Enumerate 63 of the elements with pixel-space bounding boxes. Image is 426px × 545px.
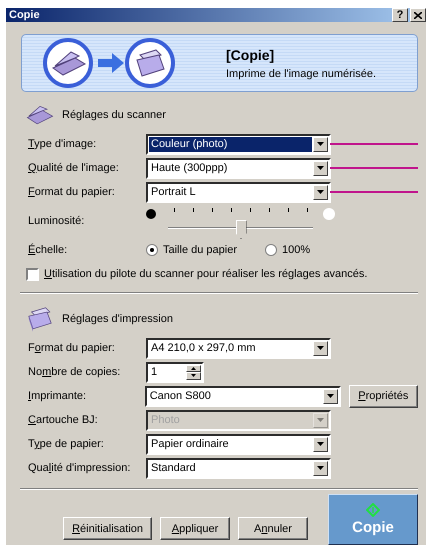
dropdown[interactable]: Haute (300ppp) bbox=[146, 158, 331, 178]
close-icon bbox=[414, 12, 422, 18]
spinner-field[interactable]: 1 bbox=[146, 362, 204, 382]
up-arrow-icon bbox=[191, 366, 196, 370]
dropdown[interactable]: Canon S800 bbox=[144, 386, 341, 406]
field-label: Échelle: bbox=[28, 244, 68, 256]
banner-description: Imprime de l'image numérisée. bbox=[226, 68, 376, 80]
field-label: Luminosité: bbox=[28, 215, 86, 227]
brightness-slider[interactable] bbox=[168, 206, 313, 236]
dropdown[interactable]: A4 210,0 x 297,0 mm bbox=[146, 338, 331, 358]
down-arrow-icon bbox=[317, 190, 324, 194]
dialog-button[interactable]: Appliquer bbox=[160, 517, 230, 540]
radio-button[interactable] bbox=[265, 244, 277, 256]
properties-button[interactable]: Propriétés bbox=[348, 384, 418, 408]
scanner-icon bbox=[26, 105, 54, 125]
radio-label: 100% bbox=[282, 244, 310, 256]
field-label: Qualité d'impression: bbox=[28, 462, 132, 474]
dropdown[interactable]: Papier ordinaire bbox=[146, 434, 331, 454]
down-arrow-icon bbox=[317, 346, 324, 350]
checkbox[interactable] bbox=[26, 268, 39, 280]
section-heading: Réglages du scanner bbox=[62, 109, 166, 121]
diamond-icon bbox=[366, 503, 380, 517]
field-label: Imprimante: bbox=[28, 390, 88, 402]
dialog-button[interactable]: Annuler bbox=[238, 517, 308, 540]
slider-thumb[interactable] bbox=[236, 220, 246, 239]
dropdown-arrow-button[interactable] bbox=[313, 184, 328, 200]
dropdown[interactable]: Standard bbox=[146, 458, 331, 478]
help-button[interactable]: ? bbox=[392, 8, 408, 22]
section-heading: Réglages d'impression bbox=[62, 313, 173, 325]
field-label: Format du papier: bbox=[28, 186, 116, 198]
radio-button[interactable] bbox=[146, 244, 158, 256]
dropdown-arrow-button[interactable] bbox=[313, 160, 328, 176]
window-title: Copie bbox=[9, 9, 40, 21]
close-button[interactable] bbox=[410, 8, 426, 22]
dropdown-arrow-button[interactable] bbox=[313, 460, 328, 476]
down-arrow-icon bbox=[317, 142, 324, 146]
dropdown[interactable]: Portrait L bbox=[146, 182, 331, 202]
down-arrow-button[interactable] bbox=[186, 372, 201, 380]
dropdown-arrow-button[interactable] bbox=[322, 388, 338, 404]
field-label: Format du papier: bbox=[28, 342, 116, 354]
down-arrow-icon bbox=[317, 466, 324, 470]
dropdown-arrow-button[interactable] bbox=[313, 436, 328, 452]
light-circle-icon bbox=[323, 208, 335, 220]
field-label: Type d'image: bbox=[28, 138, 98, 150]
down-arrow-icon bbox=[326, 394, 334, 398]
up-arrow-button[interactable] bbox=[186, 364, 201, 372]
down-arrow-icon bbox=[317, 418, 324, 422]
field-label: Type de papier: bbox=[28, 438, 105, 450]
dialog-button[interactable]: Réinitialisation bbox=[63, 517, 152, 540]
field-label: Qualité de l'image: bbox=[28, 162, 120, 174]
field-label: Cartouche BJ: bbox=[28, 414, 99, 426]
checkbox-label: Utilisation du pilote du scanner pour réaliser les réglages avancés. bbox=[44, 268, 368, 280]
field-label: Nombre de copies: bbox=[28, 366, 122, 378]
down-arrow-icon bbox=[317, 442, 324, 446]
printer-icon bbox=[26, 305, 54, 333]
down-arrow-icon bbox=[317, 166, 324, 170]
banner-title: [Copie] bbox=[226, 46, 276, 62]
dropdown-arrow-button[interactable] bbox=[313, 340, 328, 356]
down-arrow-icon bbox=[191, 374, 196, 378]
dropdown[interactable]: Couleur (photo) bbox=[146, 134, 331, 154]
dropdown-arrow-button[interactable] bbox=[313, 136, 328, 152]
dark-circle-icon bbox=[146, 209, 156, 219]
radio-label: Taille du papier bbox=[163, 244, 237, 256]
